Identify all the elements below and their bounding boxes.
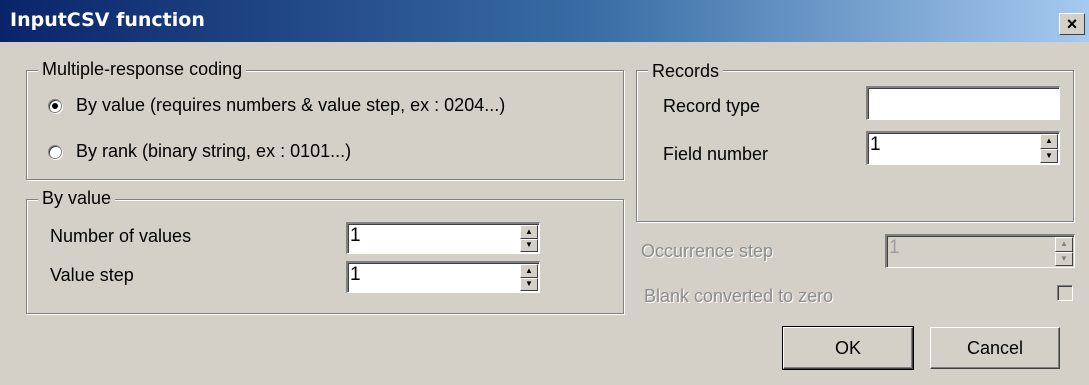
value-step-input[interactable]: 1 ▲ ▼ bbox=[346, 261, 540, 293]
spin-down-icon[interactable]: ▼ bbox=[520, 277, 538, 291]
blank-converted-label: Blank converted to zero bbox=[644, 286, 834, 306]
coding-group-legend: Multiple-response coding bbox=[38, 59, 247, 79]
by-rank-radio[interactable] bbox=[48, 145, 62, 159]
spin-up-icon[interactable]: ▲ bbox=[520, 225, 538, 239]
record-type-label: Record type bbox=[663, 96, 761, 116]
occurrence-step-value: 1 bbox=[889, 237, 900, 258]
value-step-label: Value step bbox=[50, 265, 134, 285]
blank-converted-checkbox[interactable] bbox=[1057, 285, 1073, 301]
field-number-label: Field number bbox=[663, 144, 769, 164]
occurrence-step-stepper[interactable]: ▲ ▼ bbox=[1055, 237, 1073, 266]
by-rank-radio-label[interactable]: By rank (binary string, ex : 0101...) bbox=[76, 140, 351, 162]
records-group-legend: Records bbox=[648, 61, 724, 81]
field-number-value: 1 bbox=[870, 134, 881, 155]
number-of-values-value: 1 bbox=[350, 225, 361, 246]
window-title: InputCSV function bbox=[10, 9, 205, 31]
by-value-radio-label[interactable]: By value (requires numbers & value step,… bbox=[76, 94, 505, 116]
spin-down-icon[interactable]: ▼ bbox=[1055, 251, 1073, 266]
spin-up-icon[interactable]: ▲ bbox=[520, 264, 538, 278]
close-icon: × bbox=[1066, 14, 1078, 34]
record-type-input[interactable] bbox=[866, 86, 1060, 120]
by-value-radio[interactable] bbox=[48, 99, 62, 113]
spin-down-icon[interactable]: ▼ bbox=[1040, 148, 1058, 163]
number-of-values-stepper[interactable]: ▲ ▼ bbox=[520, 225, 538, 252]
number-of-values-input[interactable]: 1 ▲ ▼ bbox=[346, 222, 540, 254]
field-number-stepper[interactable]: ▲ ▼ bbox=[1040, 134, 1058, 163]
by-value-group-legend: By value bbox=[38, 188, 116, 208]
value-step-stepper[interactable]: ▲ ▼ bbox=[520, 264, 538, 291]
number-of-values-label: Number of values bbox=[50, 226, 192, 246]
value-step-value: 1 bbox=[350, 264, 361, 285]
spin-up-icon[interactable]: ▲ bbox=[1055, 237, 1073, 252]
occurrence-step-input[interactable]: 1 ▲ ▼ bbox=[885, 234, 1075, 268]
ok-button[interactable]: OK bbox=[782, 326, 914, 370]
occurrence-step-label: Occurrence step bbox=[641, 241, 774, 261]
cancel-button[interactable]: Cancel bbox=[930, 327, 1060, 369]
by-value-group bbox=[26, 199, 624, 314]
coding-group bbox=[26, 70, 624, 180]
field-number-input[interactable]: 1 ▲ ▼ bbox=[866, 131, 1060, 165]
spin-up-icon[interactable]: ▲ bbox=[1040, 134, 1058, 149]
title-bar: InputCSV function × bbox=[0, 0, 1089, 42]
close-button[interactable]: × bbox=[1059, 13, 1085, 35]
spin-down-icon[interactable]: ▼ bbox=[520, 238, 538, 252]
